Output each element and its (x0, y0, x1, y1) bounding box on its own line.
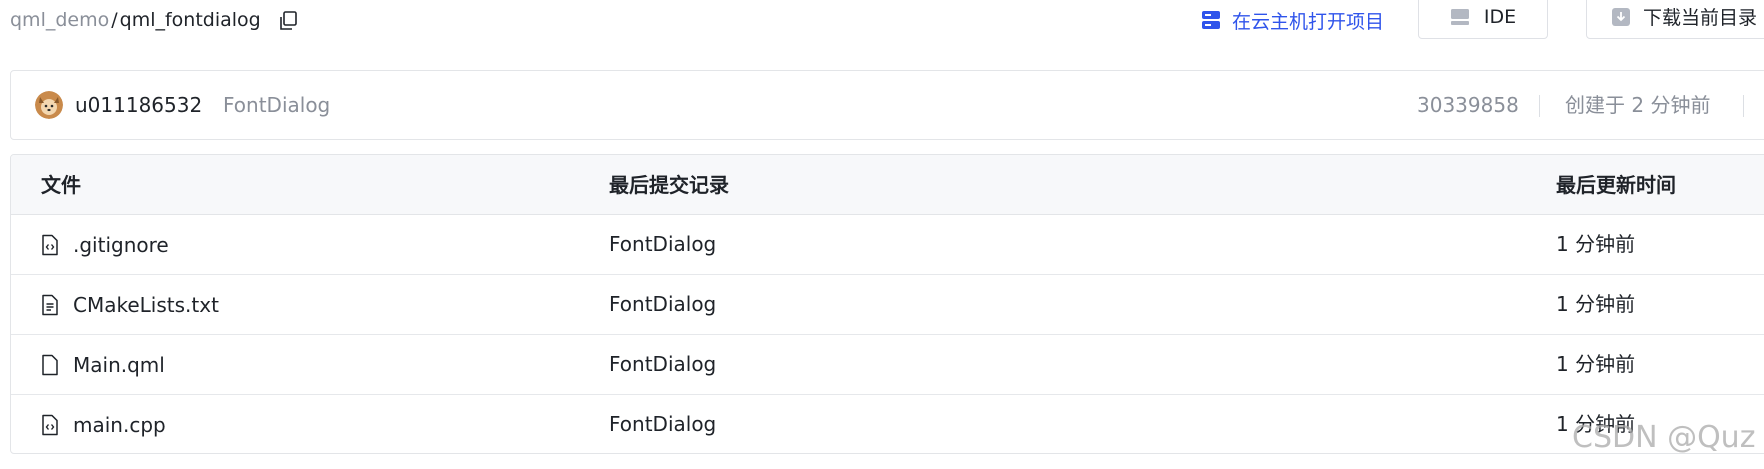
commit-message[interactable]: FontDialog (223, 71, 330, 139)
commit-id[interactable]: 30339858 (1417, 71, 1519, 139)
column-header-file: 文件 (41, 173, 81, 197)
last-commit-message[interactable]: FontDialog (609, 215, 716, 274)
copy-icon[interactable] (277, 10, 299, 32)
server-icon (1450, 8, 1469, 25)
last-commit-message[interactable]: FontDialog (609, 335, 716, 394)
last-commit-message[interactable]: FontDialog (609, 395, 716, 453)
table-row[interactable]: .gitignore FontDialog 1 分钟前 (11, 215, 1764, 275)
file-icon (42, 354, 58, 375)
breadcrumb-current: qml_fontdialog (119, 9, 261, 31)
breadcrumb-separator: / (111, 9, 118, 31)
file-table: 文件 最后提交记录 最后更新时间 .gitignore FontDialog 1… (10, 154, 1764, 454)
last-commit-message[interactable]: FontDialog (609, 275, 716, 334)
column-header-last-updated: 最后更新时间 (1556, 173, 1676, 197)
divider (1539, 95, 1540, 117)
file-name: CMakeLists.txt (73, 292, 219, 317)
download-icon (1612, 7, 1630, 26)
last-updated-time: 1 分钟前 (1556, 292, 1636, 316)
download-directory-button[interactable]: 下载当前目录 (1586, 0, 1764, 39)
column-header-last-commit: 最后提交记录 (609, 173, 729, 197)
table-row[interactable]: main.cpp FontDialog 1 分钟前 (11, 395, 1764, 453)
last-updated-time: 1 分钟前 (1556, 352, 1636, 376)
file-name-cell[interactable]: Main.qml (41, 335, 165, 394)
code-file-icon (42, 414, 58, 435)
file-name: main.cpp (73, 412, 166, 437)
download-label: 下载当前目录 (1643, 7, 1758, 29)
breadcrumb-repo-link[interactable]: qml_demo (10, 9, 109, 31)
file-name: .gitignore (73, 232, 169, 257)
file-name-cell[interactable]: .gitignore (41, 215, 169, 274)
avatar[interactable] (35, 91, 63, 119)
code-file-icon (42, 234, 58, 255)
file-name-cell[interactable]: CMakeLists.txt (41, 275, 219, 334)
table-row[interactable]: CMakeLists.txt FontDialog 1 分钟前 (11, 275, 1764, 335)
commit-info-bar: u011186532 FontDialog 30339858 创建于 2 分钟前 (10, 70, 1764, 140)
last-updated-time: 1 分钟前 (1556, 232, 1636, 256)
table-header: 文件 最后提交记录 最后更新时间 (11, 155, 1764, 215)
open-in-cloud-label: 在云主机打开项目 (1232, 10, 1385, 33)
commit-author[interactable]: u011186532 (75, 71, 202, 139)
table-row[interactable]: Main.qml FontDialog 1 分钟前 (11, 335, 1764, 395)
created-time: 创建于 2 分钟前 (1565, 93, 1711, 117)
divider (1743, 95, 1744, 117)
watermark: CSDN @Quz (1572, 420, 1756, 455)
ide-button[interactable]: IDE (1418, 0, 1548, 39)
ide-label: IDE (1483, 5, 1517, 28)
file-name-cell[interactable]: main.cpp (41, 395, 166, 453)
file-name: Main.qml (73, 352, 165, 377)
breadcrumb: qml_demo / qml_fontdialog (10, 6, 299, 34)
cloud-host-icon (1202, 11, 1220, 29)
text-file-icon (42, 294, 58, 315)
open-in-cloud-button[interactable]: 在云主机打开项目 (1200, 6, 1384, 34)
